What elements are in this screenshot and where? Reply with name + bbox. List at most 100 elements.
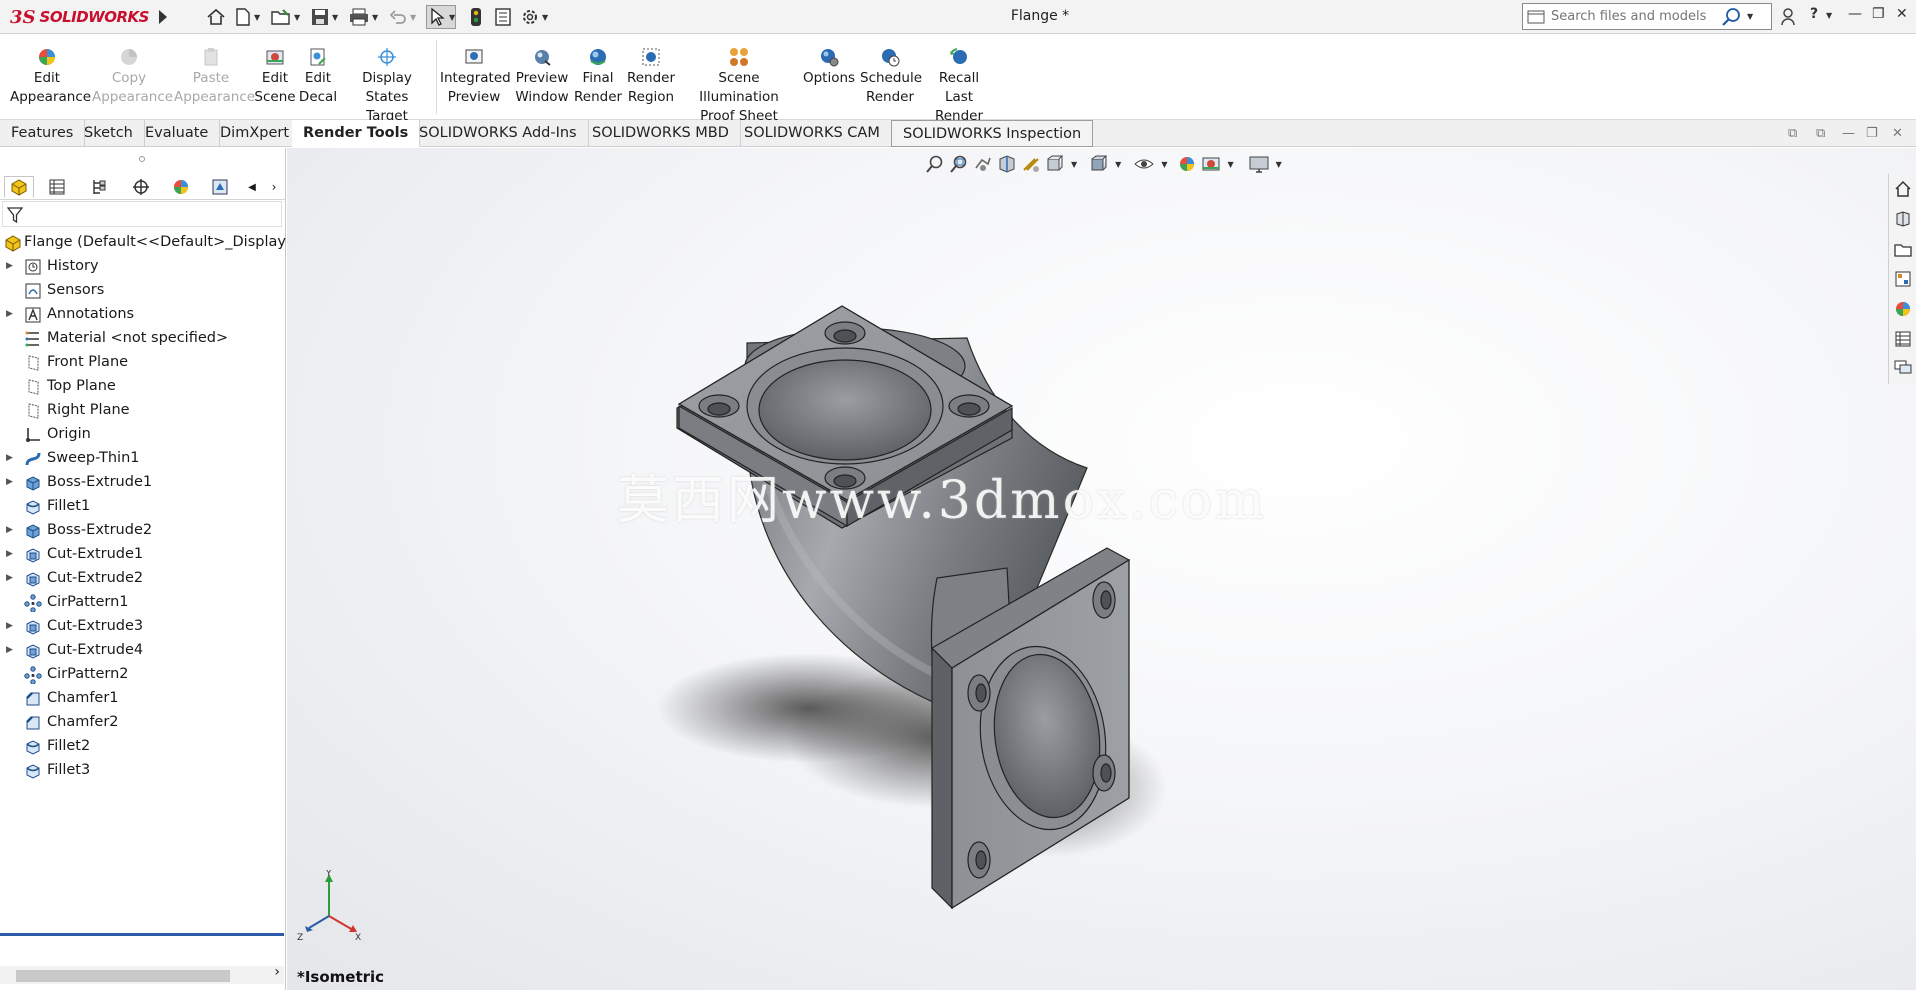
- chevron-down-icon[interactable]: ▼: [449, 13, 455, 22]
- chevron-down-icon[interactable]: ▼: [294, 13, 300, 22]
- restore-window-icon[interactable]: ❐: [1872, 6, 1885, 22]
- filter-funnel-icon[interactable]: [7, 206, 23, 224]
- file-explorer-icon[interactable]: [1894, 240, 1912, 258]
- solidworks-resources-icon[interactable]: [1894, 180, 1912, 198]
- display-states-target-button[interactable]: Display States Target: [342, 46, 432, 126]
- viewport-restore-icon[interactable]: ❐: [1866, 126, 1878, 141]
- user-account-icon[interactable]: [1780, 7, 1796, 27]
- close-window-icon[interactable]: ✕: [1896, 6, 1908, 22]
- tree-item-boss-extrude1[interactable]: ▶ Boss-Extrude1: [0, 470, 286, 494]
- open-button[interactable]: ▼: [270, 6, 300, 28]
- section-view-icon[interactable]: [997, 154, 1017, 174]
- rollback-bar[interactable]: [0, 933, 284, 936]
- tree-item-cut-extrude4[interactable]: ▶ Cut-Extrude4: [0, 638, 286, 662]
- previous-view-icon[interactable]: [973, 154, 993, 174]
- search-icon[interactable]: [1721, 7, 1743, 27]
- appearances-scenes-decals-icon[interactable]: [1894, 300, 1912, 318]
- tree-item-origin[interactable]: Origin: [0, 422, 286, 446]
- tab-solidworks-inspection[interactable]: SOLIDWORKS Inspection: [891, 120, 1094, 147]
- cam-manager-tab[interactable]: [205, 176, 235, 198]
- expand-arrow-icon[interactable]: ▶: [6, 254, 14, 278]
- render-region-button[interactable]: Render Region: [626, 46, 676, 107]
- panel-horizontal-scrollbar[interactable]: ›: [0, 964, 284, 984]
- chevron-down-icon[interactable]: ▼: [1071, 160, 1077, 169]
- hide-show-items-icon[interactable]: [1133, 154, 1155, 174]
- tree-filter-field[interactable]: [2, 201, 282, 227]
- chevron-down-icon[interactable]: ▼: [254, 13, 260, 22]
- tree-item-chamfer1[interactable]: Chamfer1: [0, 686, 286, 710]
- tile-horizontal-icon[interactable]: ⧉: [1788, 126, 1797, 141]
- rebuild-button[interactable]: [470, 6, 482, 28]
- select-button[interactable]: ▼: [426, 5, 457, 29]
- tab-render-tools[interactable]: Render Tools: [292, 120, 421, 147]
- chevron-down-icon[interactable]: ▼: [332, 13, 338, 22]
- solidworks-logo[interactable]: 3S SOLIDWORKS: [10, 4, 149, 30]
- schedule-render-button[interactable]: Schedule Render: [860, 46, 922, 107]
- tree-item-fillet1[interactable]: Fillet1: [0, 494, 286, 518]
- options-button[interactable]: ▼: [520, 6, 548, 28]
- view-palette-icon[interactable]: [1894, 270, 1912, 288]
- edit-scene-button[interactable]: Edit Scene: [254, 46, 296, 107]
- file-properties-button[interactable]: [494, 6, 512, 28]
- expand-arrow-icon[interactable]: ▶: [6, 470, 14, 494]
- new-document-button[interactable]: ▼: [234, 6, 260, 28]
- tree-item-history[interactable]: ▶ History: [0, 254, 286, 278]
- home-button[interactable]: [206, 6, 226, 28]
- tree-item-cut-extrude3[interactable]: ▶ Cut-Extrude3: [0, 614, 286, 638]
- expand-arrow-icon[interactable]: ▶: [6, 614, 14, 638]
- solidworks-forum-icon[interactable]: [1894, 358, 1912, 376]
- tree-item-top-plane[interactable]: Top Plane: [0, 374, 286, 398]
- chevron-down-icon[interactable]: ▼: [542, 13, 548, 22]
- zoom-to-fit-icon[interactable]: [925, 154, 945, 174]
- integrated-preview-button[interactable]: Integrated Preview: [440, 46, 511, 107]
- displaymanager-tab[interactable]: [166, 176, 196, 198]
- scene-illumination-proof-sheet-button[interactable]: Scene Illumination Proof Sheet: [680, 46, 798, 126]
- chevron-down-icon[interactable]: ▼: [1747, 12, 1753, 21]
- expand-arrow-icon[interactable]: ▶: [6, 446, 14, 470]
- tree-item-front-plane[interactable]: Front Plane: [0, 350, 286, 374]
- help-icon[interactable]: ?: [1810, 6, 1818, 22]
- chevron-down-icon[interactable]: ▼: [1826, 11, 1832, 20]
- tree-root-part[interactable]: Flange (Default<<Default>_Display St: [0, 230, 286, 254]
- design-library-icon[interactable]: [1894, 210, 1912, 228]
- edit-decal-button[interactable]: Edit Decal: [298, 46, 338, 107]
- view-settings-icon[interactable]: [1248, 154, 1270, 174]
- chevron-down-icon[interactable]: ▼: [1115, 160, 1121, 169]
- tab-solidworks-cam[interactable]: SOLIDWORKS CAM: [733, 120, 892, 147]
- search-box[interactable]: ▼: [1522, 3, 1772, 30]
- final-render-button[interactable]: Final Render: [574, 46, 622, 107]
- preview-window-button[interactable]: Preview Window: [512, 46, 572, 107]
- save-button[interactable]: ▼: [310, 6, 338, 28]
- tab-solidworks-add-ins[interactable]: SOLIDWORKS Add-Ins: [408, 120, 589, 147]
- tree-item-cirpattern1[interactable]: CirPattern1: [0, 590, 286, 614]
- tree-item-sweep-thin1[interactable]: ▶ Sweep-Thin1: [0, 446, 286, 470]
- tree-item-material-not-specified[interactable]: Material <not specified>: [0, 326, 286, 350]
- tree-item-annotations[interactable]: ▶ Annotations: [0, 302, 286, 326]
- tab-solidworks-mbd[interactable]: SOLIDWORKS MBD: [581, 120, 741, 147]
- dynamic-annotation-views-icon[interactable]: [1021, 154, 1041, 174]
- copy-appearance-button[interactable]: Copy Appearance: [92, 46, 173, 107]
- panel-splitter-handle[interactable]: [139, 156, 145, 162]
- expand-arrow-icon[interactable]: ▶: [6, 542, 14, 566]
- tree-item-chamfer2[interactable]: Chamfer2: [0, 710, 286, 734]
- tab-dimxpert[interactable]: DimXpert: [209, 120, 302, 147]
- expand-arrow-icon[interactable]: ▶: [6, 518, 14, 542]
- chevron-down-icon[interactable]: ▼: [410, 13, 416, 22]
- menu-expand-arrow-icon[interactable]: [156, 8, 170, 26]
- custom-properties-icon[interactable]: [1894, 330, 1912, 348]
- tree-item-cut-extrude1[interactable]: ▶ Cut-Extrude1: [0, 542, 286, 566]
- expand-arrow-icon[interactable]: ▶: [6, 302, 14, 326]
- chevron-down-icon[interactable]: ▼: [1227, 160, 1233, 169]
- graphics-area[interactable]: ▼ ▼ ▼ ▼ ▼ 莫西网www.3dmox.com Y X Z *Isomet…: [287, 148, 1916, 990]
- tree-item-sensors[interactable]: Sensors: [0, 278, 286, 302]
- chevron-down-icon[interactable]: ▼: [1276, 160, 1282, 169]
- tree-item-cut-extrude2[interactable]: ▶ Cut-Extrude2: [0, 566, 286, 590]
- edit-appearance-button[interactable]: Edit Appearance: [10, 46, 91, 107]
- tree-item-fillet3[interactable]: Fillet3: [0, 758, 286, 782]
- scrollbar-thumb[interactable]: [16, 970, 230, 982]
- render-options-button[interactable]: Options: [800, 46, 858, 88]
- featuremanager-tab[interactable]: [4, 176, 34, 198]
- search-input[interactable]: [1547, 5, 1717, 28]
- scroll-tabs-left-button[interactable]: ◀: [242, 176, 262, 198]
- propertymanager-tab[interactable]: [42, 176, 72, 198]
